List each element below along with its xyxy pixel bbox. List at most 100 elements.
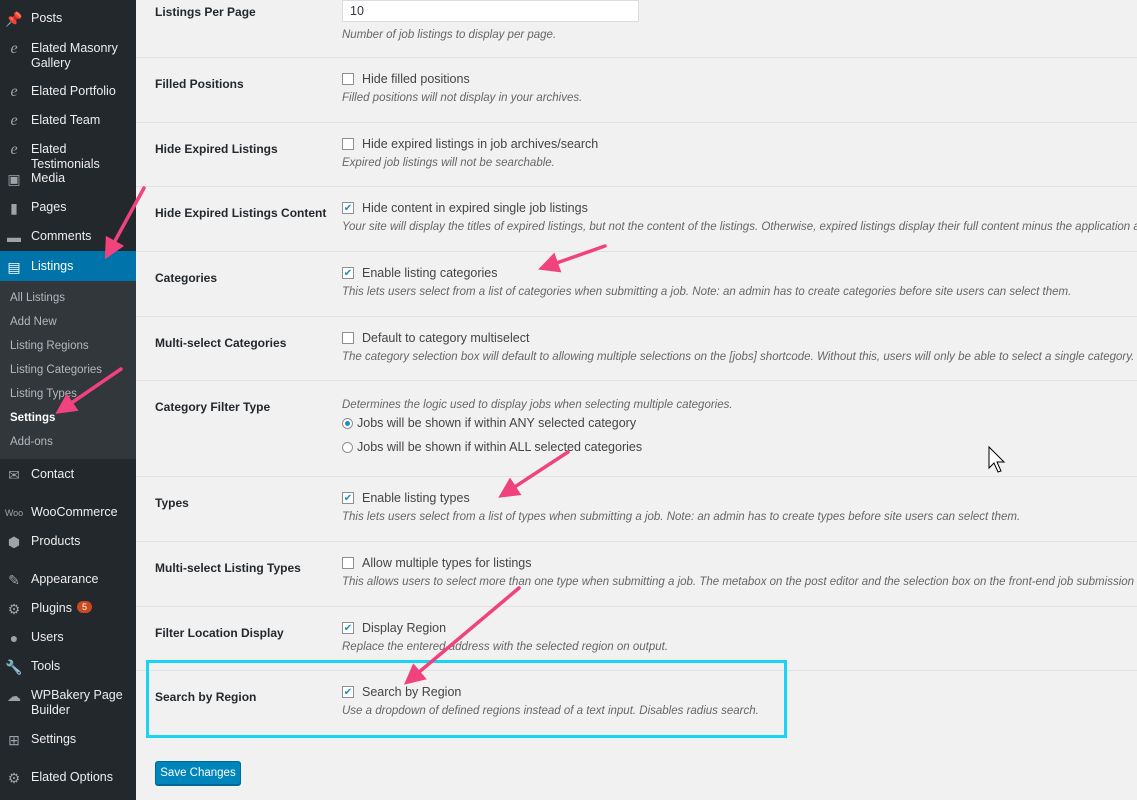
menu-item-contact[interactable]: ✉ Contact: [0, 467, 136, 483]
setting-description: Expired job listings will not be searcha…: [342, 157, 555, 169]
menu-item-settings[interactable]: ⊞ Settings: [0, 732, 136, 748]
menu-item-wpbakery[interactable]: ☁ WPBakery Page Builder: [0, 688, 136, 718]
menu-item-media[interactable]: ▣ Media: [0, 171, 136, 187]
setting-row-categories: Categories ✔ Enable listing categories Th…: [136, 251, 1137, 317]
checkbox-label: Enable listing types: [362, 491, 470, 505]
products-icon: ⬢: [7, 533, 21, 550]
setting-description: Replace the entered address with the sel…: [342, 641, 669, 653]
elated-icon: e: [10, 112, 18, 129]
setting-label: Category Filter Type: [155, 400, 271, 414]
envelope-icon: ✉: [8, 466, 20, 483]
media-icon: ▣: [7, 170, 21, 187]
filter-any-radio[interactable]: [342, 417, 353, 429]
checkbox-label: Hide expired listings in job archives/se…: [362, 137, 599, 151]
filter-all-radio[interactable]: [342, 441, 353, 453]
hide-expired-content-checkbox[interactable]: ✔: [342, 202, 354, 214]
plugins-icon: ⚙: [7, 600, 21, 617]
save-changes-button[interactable]: Save Changes: [155, 761, 241, 785]
multiple-types-checkbox[interactable]: [342, 557, 354, 569]
setting-label: Search by Region: [155, 690, 257, 704]
checkbox-label: Default to category multiselect: [362, 331, 530, 345]
search-by-region-checkbox[interactable]: ✔: [342, 686, 354, 698]
users-icon: ●: [9, 630, 19, 646]
setting-row-hide-expired: Hide Expired Listings Hide expired listi…: [136, 122, 1137, 187]
setting-row-multi-types: Multi-select Listing Types Allow multipl…: [136, 541, 1137, 607]
submenu-all-listings[interactable]: All Listings: [10, 292, 65, 304]
submenu-listing-categories[interactable]: Listing Categories: [10, 364, 102, 376]
setting-row-listings-per-page: Listings Per Page Number of job listings…: [136, 0, 1137, 58]
settings-form: Listings Per Page Number of job listings…: [136, 0, 1137, 800]
listings-per-page-input[interactable]: [342, 0, 639, 22]
menu-item-elated-portfolio[interactable]: e Elated Portfolio: [0, 83, 136, 100]
pin-icon: 📌: [5, 10, 23, 27]
menu-item-pages[interactable]: ▮ Pages: [0, 200, 136, 216]
setting-label: Types: [155, 496, 189, 510]
elated-icon: e: [10, 141, 18, 158]
admin-sidebar: 📌 Posts e Elated Masonry Gallery e Elated P…: [0, 0, 136, 800]
briefcase-icon: ▤: [7, 258, 21, 275]
checkbox-label: Hide content in expired single job listi…: [362, 201, 588, 215]
menu-item-elated-masonry-gallery[interactable]: e Elated Masonry Gallery: [0, 40, 136, 71]
submenu-add-ons[interactable]: Add-ons: [10, 436, 53, 448]
setting-row-multi-categories: Multi-select Categories Default to categ…: [136, 316, 1137, 381]
setting-description: Filled positions will not display in you…: [342, 92, 583, 104]
setting-row-search-by-region: Search by Region ✔ Search by Region Use a…: [136, 670, 1137, 735]
hide-expired-listings-checkbox[interactable]: [342, 138, 354, 150]
setting-description: Use a dropdown of defined regions instea…: [342, 705, 759, 717]
setting-label: Hide Expired Listings Content: [155, 206, 327, 220]
enable-categories-checkbox[interactable]: ✔: [342, 267, 354, 279]
comments-icon: ▬: [7, 229, 21, 245]
menu-item-appearance[interactable]: ✎ Appearance: [0, 572, 136, 588]
checkbox-label: Display Region: [362, 621, 447, 635]
setting-description: Your site will display the titles of exp…: [342, 221, 1137, 233]
menu-item-posts[interactable]: 📌 Posts: [0, 11, 136, 27]
setting-label: Categories: [155, 271, 218, 285]
submenu-settings[interactable]: Settings: [10, 412, 55, 424]
pages-icon: ▮: [10, 199, 18, 216]
setting-description: This allows users to select more than on…: [342, 576, 1137, 588]
listings-submenu: All Listings Add New Listing Regions Lis…: [0, 281, 136, 459]
menu-item-comments[interactable]: ▬ Comments: [0, 229, 136, 245]
submenu-listing-types[interactable]: Listing Types: [10, 388, 77, 400]
setting-label: Filled Positions: [155, 77, 244, 91]
menu-item-listings[interactable]: ▤ Listings: [0, 251, 136, 281]
plugins-update-badge: 5: [77, 601, 93, 613]
checkbox-label: Hide filled positions: [362, 72, 470, 86]
hide-filled-positions-checkbox[interactable]: [342, 73, 354, 85]
menu-item-plugins[interactable]: ⚙ Plugins 5: [0, 601, 136, 617]
radio-label: Jobs will be shown if within ALL selecte…: [357, 440, 643, 454]
menu-item-woocommerce[interactable]: Woo WooCommerce: [0, 505, 136, 521]
menu-item-elated-team[interactable]: e Elated Team: [0, 112, 136, 129]
setting-label: Filter Location Display: [155, 626, 284, 640]
setting-row-filter-location: Filter Location Display ✔ Display Region …: [136, 606, 1137, 671]
setting-description: Number of job listings to display per pa…: [342, 29, 557, 41]
display-region-checkbox[interactable]: ✔: [342, 622, 354, 634]
menu-item-products[interactable]: ⬢ Products: [0, 534, 136, 550]
radio-label: Jobs will be shown if within ANY selecte…: [357, 416, 637, 430]
setting-label: Listings Per Page: [155, 5, 256, 19]
wpbakery-icon: ☁: [7, 687, 21, 704]
settings-icon: ⊞: [8, 731, 20, 748]
setting-row-hide-expired-content: Hide Expired Listings Content ✔ Hide cont…: [136, 186, 1137, 252]
menu-item-elated-options[interactable]: ⚙ Elated Options: [0, 770, 136, 786]
enable-types-checkbox[interactable]: ✔: [342, 492, 354, 504]
category-multiselect-checkbox[interactable]: [342, 332, 354, 344]
setting-description: The category selection box will default …: [342, 351, 1135, 363]
menu-item-tools[interactable]: 🔧 Tools: [0, 659, 136, 675]
gear-icon: ⚙: [7, 769, 21, 786]
elated-icon: e: [10, 40, 18, 57]
wrench-icon: 🔧: [5, 658, 23, 675]
setting-row-types: Types ✔ Enable listing types This lets us…: [136, 476, 1137, 542]
setting-row-filled-positions: Filled Positions Hide filled positions F…: [136, 57, 1137, 123]
setting-description: This lets users select from a list of ty…: [342, 511, 1021, 523]
checkbox-label: Enable listing categories: [362, 266, 498, 280]
menu-item-elated-testimonials[interactable]: e Elated Testimonials: [0, 141, 136, 172]
setting-label: Multi-select Categories: [155, 336, 287, 350]
checkbox-label: Search by Region: [362, 685, 462, 699]
setting-description: This lets users select from a list of ca…: [342, 286, 1072, 298]
submenu-listing-regions[interactable]: Listing Regions: [10, 340, 89, 352]
setting-description: Determines the logic used to display job…: [342, 399, 733, 411]
menu-item-users[interactable]: ● Users: [0, 630, 136, 646]
setting-label: Multi-select Listing Types: [155, 561, 301, 575]
submenu-add-new[interactable]: Add New: [10, 316, 57, 328]
